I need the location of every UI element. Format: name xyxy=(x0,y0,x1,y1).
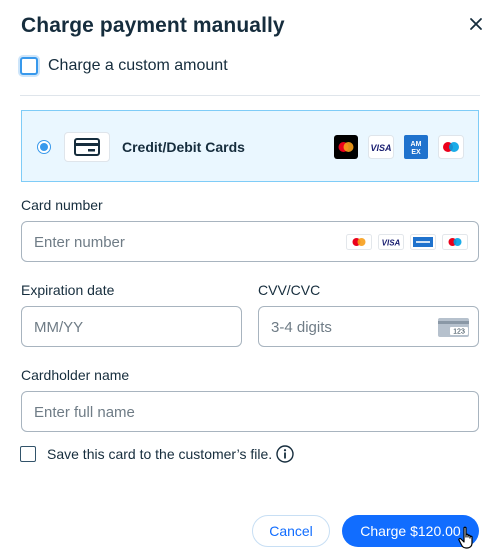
amex-icon: AM EX xyxy=(404,135,428,159)
card-number-label: Card number xyxy=(21,197,103,213)
cardholder-label: Cardholder name xyxy=(21,367,130,383)
info-icon[interactable] xyxy=(276,445,294,463)
cardholder-field[interactable]: Enter full name xyxy=(21,391,479,432)
payment-method-radio[interactable] xyxy=(37,140,51,154)
cvv-placeholder: 3-4 digits xyxy=(271,319,332,336)
custom-amount-label: Charge a custom amount xyxy=(48,57,228,74)
card-number-placeholder: Enter number xyxy=(34,234,125,251)
amex-icon xyxy=(410,234,436,250)
maestro-icon xyxy=(442,234,468,250)
card-number-field[interactable]: Enter number VISA xyxy=(21,221,479,262)
cardholder-placeholder: Enter full name xyxy=(34,404,135,421)
card-number-brands: VISA xyxy=(346,234,468,250)
dialog-title: Charge payment manually xyxy=(21,14,285,37)
save-card-option[interactable]: Save this card to the customer’s file. xyxy=(20,445,294,463)
cvv-label: CVV/CVC xyxy=(258,282,321,298)
custom-amount-checkbox[interactable] xyxy=(20,57,38,75)
cvv-card-icon: 123 xyxy=(438,318,469,337)
cvv-field[interactable]: 3-4 digits 123 xyxy=(258,306,479,347)
credit-card-icon xyxy=(64,132,110,162)
cancel-button[interactable]: Cancel xyxy=(252,515,330,547)
visa-icon: VISA xyxy=(368,135,394,159)
mastercard-icon xyxy=(346,234,372,250)
expiration-field[interactable]: MM/YY xyxy=(21,306,242,347)
payment-method-label: Credit/Debit Cards xyxy=(122,139,245,155)
custom-amount-option[interactable]: Charge a custom amount xyxy=(20,56,228,76)
svg-text:123: 123 xyxy=(453,329,465,336)
pointer-cursor-icon xyxy=(458,526,473,549)
close-icon[interactable] xyxy=(466,14,486,34)
svg-text:AM: AM xyxy=(411,141,422,148)
svg-text:VISA: VISA xyxy=(370,143,391,153)
visa-icon: VISA xyxy=(378,234,404,250)
save-card-checkbox[interactable] xyxy=(20,446,36,462)
expiration-placeholder: MM/YY xyxy=(34,319,84,336)
card-brands: VISA AM EX xyxy=(334,135,464,159)
maestro-icon xyxy=(438,135,464,159)
payment-method-credit-debit[interactable]: Credit/Debit Cards VISA AM EX xyxy=(21,110,479,182)
svg-text:EX: EX xyxy=(411,149,421,156)
divider xyxy=(20,95,480,96)
expiration-label: Expiration date xyxy=(21,282,115,298)
save-card-label: Save this card to the customer’s file. xyxy=(47,446,273,462)
svg-text:VISA: VISA xyxy=(382,239,401,248)
mastercard-icon xyxy=(334,135,358,159)
